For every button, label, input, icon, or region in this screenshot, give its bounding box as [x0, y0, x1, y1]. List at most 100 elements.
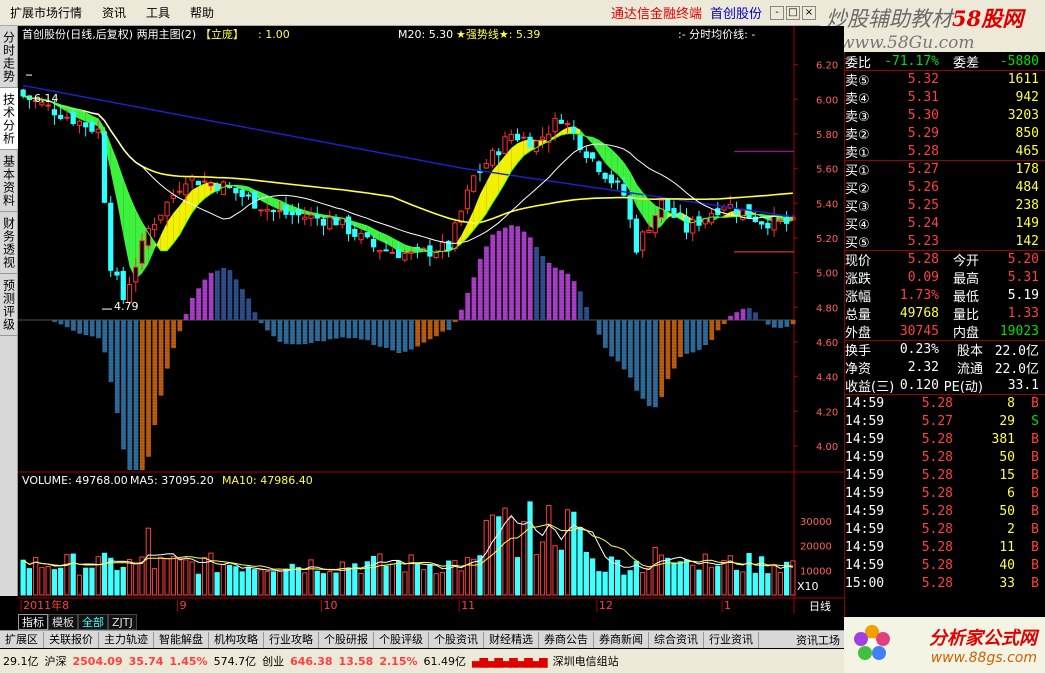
ask-price: 5.30 — [907, 107, 939, 123]
indicator-bar — [721, 320, 727, 324]
bottom-tab-2[interactable]: 主力轨迹 — [99, 631, 154, 648]
menu-item-help[interactable]: 帮助 — [180, 4, 224, 21]
restore-button[interactable]: □ — [786, 5, 800, 20]
ask-row: 卖① 5.28 465 — [845, 142, 1045, 161]
volume-bar — [308, 559, 314, 596]
indicator-bar — [246, 298, 252, 320]
tick-side: B — [1031, 521, 1039, 537]
volume-bar — [665, 557, 671, 596]
indicator-bar — [421, 320, 427, 343]
status-index-change: 35.74 — [128, 654, 164, 668]
status-gem-value: 646.38 — [290, 654, 333, 668]
ask-row: 卖② 5.29 850 — [845, 124, 1045, 143]
tab-zjtj[interactable]: ZJTJ — [108, 614, 137, 630]
indicator-bar — [678, 320, 683, 357]
tick-time: 14:59 — [845, 396, 885, 411]
bottom-tab-5[interactable]: 行业攻略 — [264, 631, 319, 648]
volume-bar — [740, 571, 746, 596]
bottom-tab-4[interactable]: 机构攻略 — [209, 631, 264, 648]
candle-body — [76, 120, 83, 126]
stat-value: 5.28 — [907, 252, 939, 267]
tab-fundamentals[interactable]: 基本资料 — [0, 150, 18, 212]
bid-row: 买① 5.27 178 — [845, 160, 1045, 179]
bottom-tab-8[interactable]: 个股资讯 — [429, 631, 484, 648]
tab-template[interactable]: 模板 — [48, 614, 78, 630]
stat-label: 现价 — [845, 254, 872, 269]
volume-bar — [108, 557, 114, 596]
volume-bar — [564, 509, 571, 596]
tick-row: 14:59 5.28 2 B — [845, 520, 1045, 538]
stat2-value-2: 22.0亿 — [994, 361, 1039, 377]
volume-bar — [746, 553, 752, 596]
candle-body — [233, 187, 239, 194]
bottom-tab-6[interactable]: 个股研报 — [319, 631, 374, 648]
bottom-tab-11[interactable]: 券商新闻 — [594, 631, 649, 648]
tick-price: 5.28 — [921, 503, 953, 519]
ask-volume: 942 — [1015, 89, 1039, 105]
bottom-tab-12[interactable]: 综合资讯 — [649, 631, 704, 648]
status-server[interactable]: 深圳电信组站 — [550, 653, 622, 669]
ask-price: 5.29 — [907, 125, 939, 141]
candle-body — [327, 217, 333, 230]
kline-chart[interactable]: 6.20 6.00 5.80 5.60 5.40 5.20 5.00 4.80 4.60 4.40… — [18, 26, 844, 614]
period-label[interactable]: 日线 — [798, 598, 842, 613]
candle-body — [277, 210, 283, 213]
tab-all[interactable]: 全部 — [78, 614, 108, 630]
tab-technical[interactable]: 技术分析 — [0, 88, 18, 150]
candle-body — [514, 133, 521, 141]
tick-price: 5.28 — [921, 396, 953, 411]
volume-tick-label: 30000 — [800, 517, 832, 528]
candle-body — [133, 266, 139, 283]
candle-body — [589, 152, 596, 159]
menu-item-ext-market[interactable]: 扩展市场行情 — [0, 4, 92, 21]
menu-item-info[interactable]: 资讯 — [92, 4, 136, 21]
bottom-tab-1[interactable]: 关联报价 — [44, 631, 99, 648]
bottom-tab-7[interactable]: 个股评级 — [374, 631, 429, 648]
tick-time: 14:59 — [845, 413, 885, 429]
volume-bar — [195, 573, 201, 596]
tab-forecast[interactable]: 预测评级 — [0, 274, 18, 336]
tab-intraday[interactable]: 分时走势 — [0, 26, 18, 88]
bottom-tab-3[interactable]: 智能解盘 — [154, 631, 209, 648]
volume-bar — [577, 526, 583, 596]
volume-bar — [370, 555, 377, 596]
tick-volume: 6 — [1007, 485, 1015, 501]
tick-volume: 29 — [999, 413, 1015, 429]
tab-financials[interactable]: 财务透视 — [0, 212, 18, 274]
ad-banner[interactable]: 分析家公式网 www.88gs.com — [844, 617, 1045, 673]
indicator-bar — [340, 320, 345, 338]
status-index-value: 2504.09 — [72, 654, 123, 668]
close-button[interactable]: × — [802, 5, 816, 20]
tick-time: 14:59 — [845, 467, 885, 483]
candle-body — [758, 221, 765, 225]
volume-bar — [220, 564, 227, 596]
ask-label: 卖④ — [845, 91, 870, 107]
volume-bar — [264, 570, 270, 596]
tick-side: S — [1031, 413, 1039, 429]
menu-item-tools[interactable]: 工具 — [136, 4, 180, 21]
stat-label-2: 最高 — [952, 271, 979, 287]
bid-label: 买② — [845, 181, 870, 197]
bottom-tab-0[interactable]: 扩展区 — [0, 631, 44, 648]
price-tick-label: 5.60 — [816, 165, 838, 176]
avg-price-label: :- 分时均价线: - — [678, 27, 755, 41]
bottom-tab-9[interactable]: 财经精选 — [484, 631, 539, 648]
tick-price: 5.28 — [921, 431, 953, 447]
tab-indicator[interactable]: 指标 — [18, 614, 48, 630]
indicator-bar — [584, 306, 589, 320]
tab-info-workshop[interactable]: 资讯工场 — [791, 632, 845, 648]
volume-bar — [158, 556, 164, 596]
candle-body — [289, 211, 295, 216]
volume-bar — [477, 555, 483, 596]
minimize-button[interactable]: - — [770, 5, 784, 20]
indicator-bar — [315, 320, 320, 342]
indicator-bar — [121, 320, 126, 450]
bottom-tab-10[interactable]: 券商公告 — [539, 631, 594, 648]
candle-body — [302, 216, 308, 220]
indicator-bar — [740, 308, 746, 320]
candle-body — [683, 217, 690, 233]
bottom-tab-13[interactable]: 行业资讯 — [704, 631, 759, 648]
stat-row: 涨跌 0.09 最高 5.31 — [845, 268, 1045, 287]
stat-label: 总量 — [845, 307, 872, 323]
volume-bar — [227, 564, 233, 596]
